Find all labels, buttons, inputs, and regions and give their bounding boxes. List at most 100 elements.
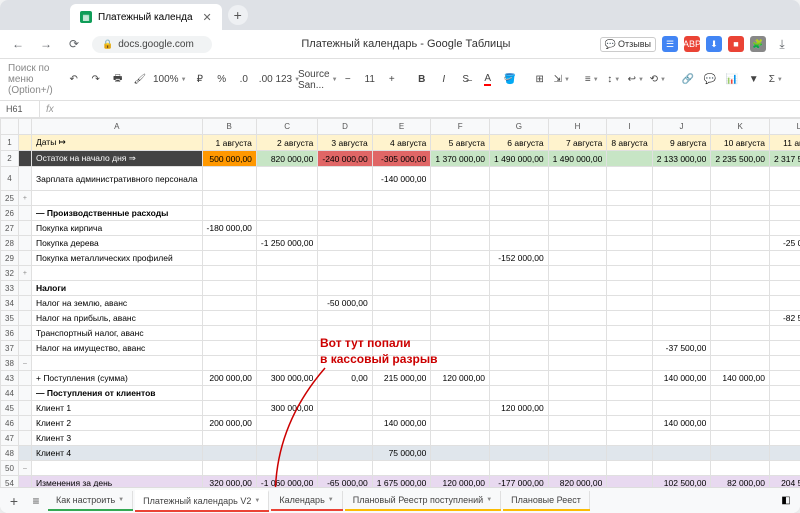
row-header[interactable]: 1 [1, 135, 19, 151]
cell[interactable]: -240 000,00 [318, 151, 372, 167]
cell[interactable] [202, 386, 256, 401]
sheet-tab[interactable]: Плановые Реест [503, 491, 590, 509]
cell[interactable] [318, 311, 372, 326]
increase-decimal[interactable]: .00 [257, 70, 275, 90]
cell[interactable] [711, 221, 770, 236]
cell[interactable] [256, 446, 317, 461]
abp-icon[interactable]: ABP [684, 36, 700, 52]
sheet-tab[interactable]: Плановый Реестр поступлений▼ [345, 491, 501, 509]
nav-forward-icon[interactable]: → [36, 34, 56, 54]
font-size[interactable]: 11 [361, 70, 379, 90]
cell[interactable]: 2 133 000,00 [652, 151, 711, 167]
cell[interactable]: -1 250 000,00 [256, 236, 317, 251]
font-size-inc[interactable]: + [383, 70, 401, 90]
paint-format-icon[interactable]: 🖌 [131, 70, 149, 90]
cell[interactable]: -82 500,00 [769, 311, 800, 326]
col-header[interactable]: F [431, 119, 490, 135]
cell[interactable] [652, 251, 711, 266]
cell[interactable] [372, 296, 431, 311]
cell[interactable] [769, 371, 800, 386]
cell[interactable] [372, 221, 431, 236]
cell[interactable] [711, 251, 770, 266]
cell[interactable] [711, 326, 770, 341]
text-color-icon[interactable]: A [479, 70, 497, 90]
new-tab-button[interactable]: + [228, 5, 248, 25]
cell[interactable] [652, 281, 711, 296]
cell[interactable] [711, 236, 770, 251]
cell[interactable]: Клиент 1 [32, 401, 203, 416]
cell[interactable]: 5 августа [431, 135, 490, 151]
cell[interactable] [711, 386, 770, 401]
cell[interactable] [256, 326, 317, 341]
link-icon[interactable]: 🔗 [679, 70, 697, 90]
cell[interactable]: Налоги [32, 281, 203, 296]
sheet-tab[interactable]: Как настроить▼ [48, 491, 133, 509]
cell[interactable] [607, 281, 652, 296]
cell[interactable] [318, 446, 372, 461]
cell[interactable] [652, 206, 711, 221]
cell[interactable] [548, 416, 607, 431]
cell[interactable]: Даты ↦ [32, 135, 203, 151]
cell[interactable] [318, 431, 372, 446]
cell[interactable] [318, 221, 372, 236]
cell[interactable] [202, 251, 256, 266]
cell[interactable]: 1 августа [202, 135, 256, 151]
row-header[interactable]: 27 [1, 221, 19, 236]
cell[interactable] [202, 446, 256, 461]
cell[interactable] [202, 206, 256, 221]
cell[interactable] [431, 311, 490, 326]
merge-icon[interactable]: ⇲▼ [553, 70, 571, 90]
rotate-icon[interactable]: ⟲▼ [649, 70, 667, 90]
all-sheets-button[interactable]: ≡ [26, 494, 46, 508]
cell[interactable]: -152 000,00 [490, 251, 549, 266]
cell[interactable]: Налог на прибыль, аванс [32, 311, 203, 326]
cell[interactable]: Клиент 3 [32, 431, 203, 446]
cell[interactable] [202, 341, 256, 356]
cell[interactable] [372, 281, 431, 296]
cell[interactable]: 0,00 [318, 371, 372, 386]
sheet-tab[interactable]: Календарь▼ [271, 491, 342, 509]
cell[interactable]: -180 000,00 [202, 221, 256, 236]
cell[interactable] [711, 401, 770, 416]
cell[interactable]: 120 000,00 [490, 401, 549, 416]
cell[interactable] [607, 476, 652, 488]
cell[interactable] [769, 281, 800, 296]
format-currency[interactable]: ₽ [191, 70, 209, 90]
functions-icon[interactable]: Σ▼ [767, 70, 785, 90]
decrease-decimal[interactable]: .0 [235, 70, 253, 90]
cell[interactable]: 2 317 500,00 [769, 151, 800, 167]
cell[interactable] [318, 206, 372, 221]
cell[interactable]: 1 370 000,00 [431, 151, 490, 167]
cell[interactable] [202, 281, 256, 296]
col-header[interactable]: G [490, 119, 549, 135]
cell[interactable] [711, 446, 770, 461]
cell[interactable]: 320 000,00 [202, 476, 256, 488]
cell[interactable] [490, 416, 549, 431]
cell[interactable]: Изменения за день [32, 476, 203, 488]
font-size-dec[interactable]: − [339, 70, 357, 90]
cell[interactable] [431, 326, 490, 341]
row-header[interactable]: 34 [1, 296, 19, 311]
explore-button[interactable]: ◧ [776, 495, 796, 506]
cell[interactable]: — Поступления от клиентов [32, 386, 203, 401]
cell[interactable] [256, 251, 317, 266]
cell[interactable] [711, 167, 770, 191]
cell[interactable] [607, 251, 652, 266]
tab-close-icon[interactable]: ✕ [203, 11, 212, 24]
cell[interactable] [652, 236, 711, 251]
cell[interactable] [202, 311, 256, 326]
cell[interactable] [318, 341, 372, 356]
cell[interactable] [548, 206, 607, 221]
col-header[interactable]: I [607, 119, 652, 135]
cell[interactable] [607, 416, 652, 431]
cell[interactable] [769, 431, 800, 446]
cell[interactable] [548, 341, 607, 356]
cell[interactable] [652, 167, 711, 191]
cell[interactable] [318, 326, 372, 341]
cell[interactable] [318, 386, 372, 401]
row-header[interactable]: 46 [1, 416, 19, 431]
number-format[interactable]: 123▼ [279, 70, 297, 90]
cell[interactable] [431, 236, 490, 251]
cell[interactable] [607, 371, 652, 386]
cell[interactable]: 820 000,00 [256, 151, 317, 167]
